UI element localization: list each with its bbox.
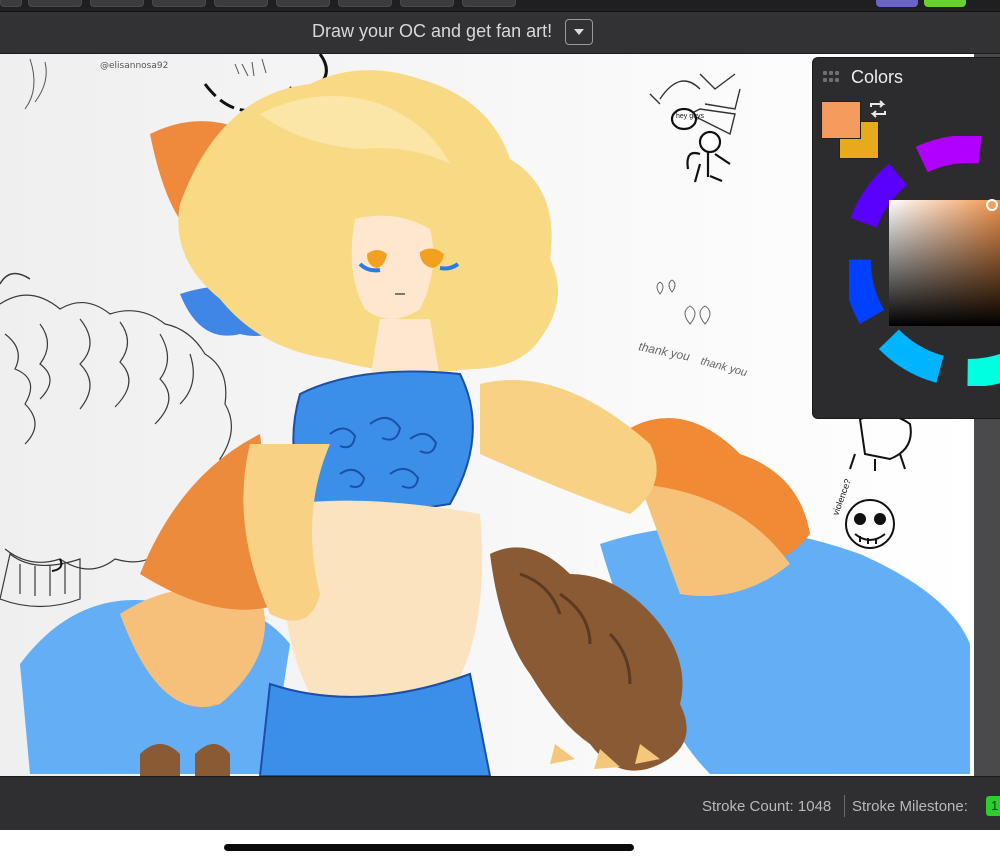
app-window: Draw your OC and get fan art! @elisannos… [0,0,1000,860]
home-indicator[interactable] [224,844,634,851]
toolbar-tab-5[interactable] [214,0,268,7]
milestone-badge: 1 [986,796,1000,816]
primary-color-swatch[interactable] [821,101,861,139]
colors-panel-title: Colors [851,67,904,87]
primary-color-tab[interactable] [876,0,918,7]
toolbar-tab-1[interactable] [0,0,22,7]
stroke-milestone-label: Stroke Milestone: [852,798,968,815]
room-header: Draw your OC and get fan art! [0,12,1000,54]
stroke-count-label: Stroke Count: 1048 [702,798,832,815]
speech-text: hey guys [676,113,705,120]
toolbar-tab-8[interactable] [400,0,454,7]
room-title: Draw your OC and get fan art! [312,21,553,41]
color-picker-handle [986,199,998,211]
colors-panel: Colors [812,57,1000,419]
toolbar-tab-7[interactable] [338,0,392,7]
toolbar-tab-9[interactable] [462,0,516,7]
swap-arrows-icon[interactable] [867,100,889,118]
chevron-down-icon [574,29,584,35]
secondary-color-tab[interactable] [924,0,966,7]
home-indicator-area [0,830,1000,860]
status-divider [844,795,845,817]
status-bar: Stroke Count: 1048 Stroke Milestone: 1 [0,776,1000,830]
toolbar-tab-2[interactable] [28,0,82,7]
toolbar-tab-3[interactable] [90,0,144,7]
room-menu-button[interactable] [565,19,593,45]
doodle-skull [845,499,895,549]
top-toolbar [0,0,1000,12]
signature-text: @elisannosa92 [100,61,168,71]
drag-handle-icon[interactable] [823,71,839,83]
toolbar-tab-6[interactable] [276,0,330,7]
color-wheel[interactable] [843,135,1000,387]
toolbar-tab-4[interactable] [152,0,206,7]
